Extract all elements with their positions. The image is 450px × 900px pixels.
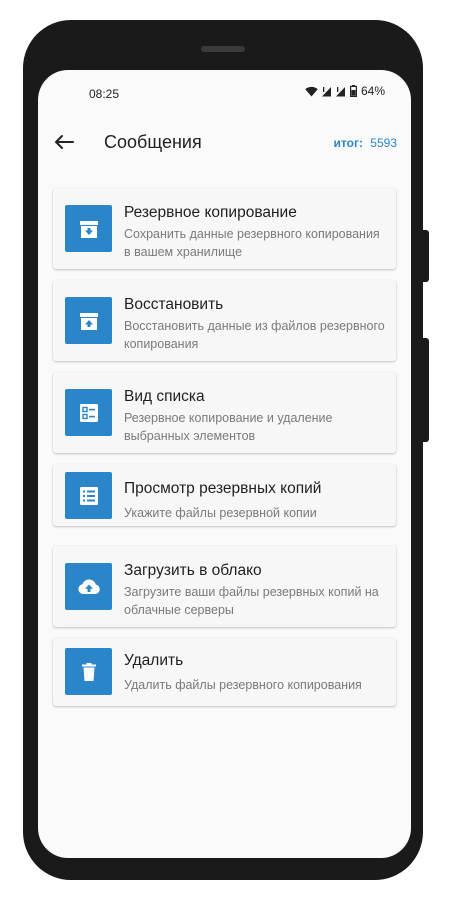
item-title: Восстановить — [124, 296, 224, 313]
item-title: Вид списка — [124, 388, 205, 405]
signal-icon-2 — [335, 86, 345, 96]
delete-item[interactable]: Удалить Удалить файлы резервного копиров… — [53, 638, 396, 706]
item-subtitle: Восстановить данные из файлов резервного… — [124, 319, 385, 351]
back-arrow-icon[interactable] — [50, 128, 78, 156]
backup-item[interactable]: Резервное копирование Сохранить данные р… — [53, 188, 396, 269]
restore-item[interactable]: Восстановить Восстановить данные из файл… — [53, 280, 396, 361]
list-icon — [65, 472, 112, 519]
earpiece-speaker — [201, 46, 245, 52]
page-title: Сообщения — [104, 132, 202, 152]
signal-icon — [321, 86, 331, 96]
item-title: Удалить — [124, 652, 184, 669]
item-title: Загрузить в облако — [124, 562, 262, 579]
battery-percent: 64% — [360, 84, 385, 98]
volume-button — [423, 338, 429, 442]
wifi-icon — [305, 86, 318, 96]
cloud-upload-item[interactable]: Загрузить в облако Загрузите ваши файлы … — [53, 546, 396, 627]
item-title: Просмотр резервных копий — [124, 480, 322, 497]
archive-upload-icon — [65, 297, 112, 344]
app-bar: Сообщения итог: 5593 — [38, 120, 411, 168]
item-subtitle: Резервное копирование и удаление выбранн… — [124, 411, 333, 443]
total-value: 5593 — [370, 136, 397, 150]
app-screen: 08:25 64% Сообщения итог: 5593 Резервное… — [38, 70, 411, 858]
list-view-item[interactable]: Вид списка Резервное копирование и удале… — [53, 372, 396, 453]
total-label: итог: — [333, 136, 363, 150]
item-subtitle: Сохранить данные резервного копирования … — [124, 227, 380, 259]
status-time: 08:25 — [89, 87, 120, 101]
power-button — [423, 230, 429, 282]
item-subtitle: Укажите файлы резервной копии — [124, 506, 317, 520]
trash-icon — [65, 648, 112, 695]
item-subtitle: Загрузите ваши файлы резервных копий на … — [124, 585, 379, 617]
archive-download-icon — [65, 205, 112, 252]
status-bar: 08:25 64% — [38, 70, 411, 116]
battery-icon — [349, 85, 357, 97]
item-title: Резервное копирование — [124, 204, 297, 221]
status-icons: 64% — [305, 84, 385, 98]
checklist-icon — [65, 389, 112, 436]
item-subtitle: Удалить файлы резервного копирования — [124, 678, 362, 692]
cloud-upload-icon — [65, 563, 112, 610]
total-counter: итог: 5593 — [334, 136, 397, 150]
view-backups-item[interactable]: Просмотр резервных копий Укажите файлы р… — [53, 464, 396, 526]
